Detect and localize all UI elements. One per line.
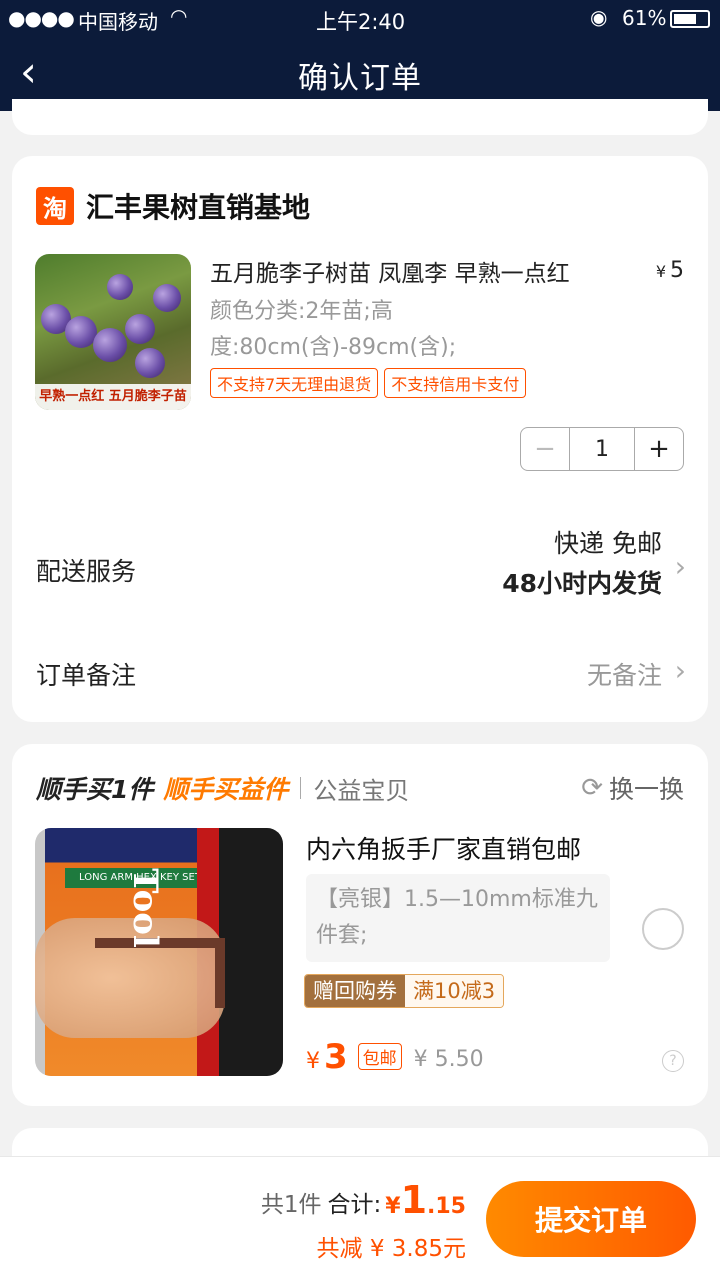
page-title: 确认订单	[298, 61, 422, 96]
order-total: 共1件 合计: ¥ 1 .15	[260, 1178, 466, 1222]
signal-icon: ●●●●	[8, 6, 75, 30]
store-name: 汇丰果树直销基地	[86, 191, 311, 224]
buy-along-card: 顺手买1件 顺手买益件 公益宝贝 ⟳ 换一换 LONG ARM HEX KEY …	[12, 744, 708, 1106]
store-header[interactable]: 淘 汇丰果树直销基地	[36, 186, 310, 226]
address-card-stub	[12, 99, 708, 135]
battery-icon	[670, 10, 710, 28]
wifi-icon: ◠	[170, 4, 188, 28]
remark-chevron-icon[interactable]: ›	[675, 654, 686, 687]
addon-product-spec[interactable]: 【亮银】1.5—10mm标准九件套;	[306, 874, 610, 962]
addon-product-title[interactable]: 内六角扳手厂家直销包邮	[306, 830, 581, 866]
thumbnail-caption: 早熟一点红 五月脆李子苗	[35, 384, 191, 410]
buy-along-header: 顺手买1件 顺手买益件 公益宝贝	[36, 775, 410, 805]
taobao-logo-icon: 淘	[36, 187, 74, 225]
battery-percent: 61%	[622, 6, 667, 30]
free-shipping-badge: 包邮	[357, 1043, 402, 1070]
plus-icon[interactable]: +	[635, 428, 683, 470]
delivery-chevron-icon[interactable]: ›	[675, 550, 686, 583]
remark-value[interactable]: 无备注	[587, 656, 662, 692]
coupon-badge: 赠回购券 满10减3	[304, 974, 505, 1008]
store-order-card: 淘 汇丰果树直销基地 早熟一点红 五月脆李子苗 五月脆李子树苗 凤凰李 早熟一点…	[12, 156, 708, 722]
clock: 上午2:40	[316, 10, 406, 34]
product-spec: 颜色分类:2年苗;高度:80cm(含)-89cm(含);	[210, 299, 457, 360]
status-bar: ●●●● 中国移动 ◠ 上午2:40 ◉ 61%	[0, 0, 720, 40]
product-thumbnail[interactable]: 早熟一点红 五月脆李子苗	[35, 254, 191, 410]
product-price: ¥5	[655, 258, 684, 283]
product-title[interactable]: 五月脆李子树苗 凤凰李 早熟一点红	[210, 254, 630, 288]
checkout-bar: 共1件 合计: ¥ 1 .15 共减 ¥ 3.85元 提交订单	[0, 1156, 720, 1280]
original-price: ¥ 5.50	[413, 1047, 484, 1072]
tag-no-credit-card: 不支持信用卡支付	[384, 368, 527, 398]
savings-text: 共减 ¥ 3.85元	[316, 1236, 466, 1262]
wrench-product-image[interactable]: LONG ARM HEX KEY SET Tool	[35, 828, 283, 1076]
quantity-value[interactable]: 1	[569, 428, 635, 470]
delivery-label: 配送服务	[36, 557, 137, 586]
help-icon[interactable]: ?	[662, 1050, 684, 1072]
top-bar: ●●●● 中国移动 ◠ 上午2:40 ◉ 61% ‹ 确认订单	[0, 0, 720, 111]
quantity-stepper: − 1 +	[520, 427, 684, 471]
rotation-lock-icon: ◉	[590, 5, 608, 29]
swap-button[interactable]: ⟳ 换一换	[581, 770, 684, 806]
product-tags: 不支持7天无理由退货 不支持信用卡支付	[210, 368, 527, 398]
addon-price: ¥ 3 包邮 ¥ 5.50	[306, 1037, 484, 1077]
minus-icon[interactable]: −	[521, 428, 569, 470]
submit-order-button[interactable]: 提交订单	[486, 1181, 696, 1257]
refresh-icon: ⟳	[581, 773, 603, 803]
remark-label: 订单备注	[36, 661, 137, 690]
tag-no-return: 不支持7天无理由退货	[210, 368, 379, 398]
addon-select-radio[interactable]	[642, 908, 684, 950]
carrier-label: 中国移动	[78, 10, 158, 34]
delivery-value[interactable]: 快递 免邮 48小时内发货	[502, 524, 662, 604]
